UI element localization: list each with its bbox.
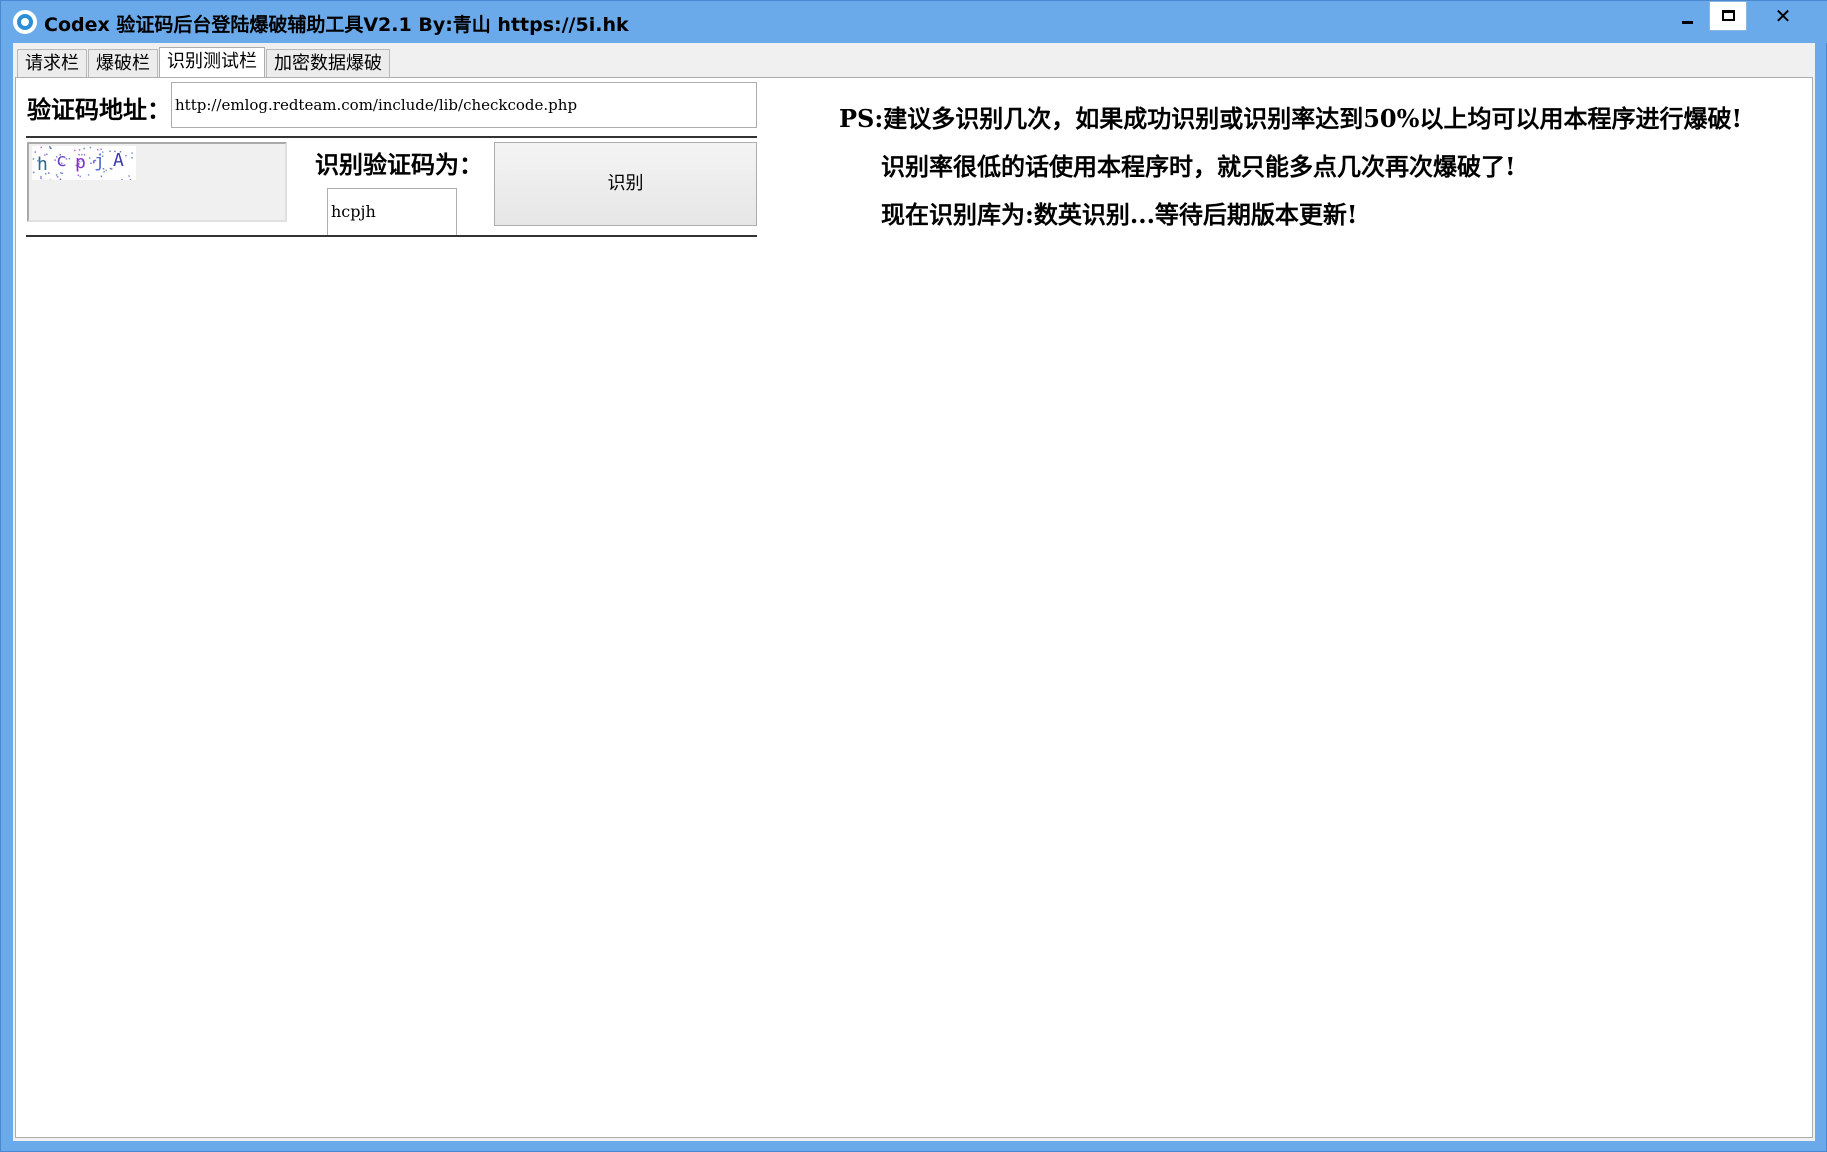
captcha-image-frame: hcpjA xyxy=(27,142,287,222)
tab-strip: 请求栏 爆破栏 识别测试栏 加密数据爆破 xyxy=(17,47,391,79)
divider-bottom xyxy=(26,235,757,237)
note-line-1: PS:建议多识别几次，如果成功识别或识别率达到50%以上均可以用本程序进行爆破! xyxy=(839,104,1742,133)
app-logo-icon xyxy=(13,10,37,34)
title-bar[interactable]: Codex 验证码后台登陆爆破辅助工具V2.1 By:青山 https://5i… xyxy=(1,1,1827,43)
maximize-button[interactable] xyxy=(1709,1,1747,31)
tab-request[interactable]: 请求栏 xyxy=(17,49,87,77)
captcha-glyph: A xyxy=(113,150,124,171)
recognize-button[interactable]: 识别 xyxy=(494,142,757,226)
recognized-code-label: 识别验证码为： xyxy=(315,151,483,179)
captcha-glyph: h xyxy=(37,154,48,175)
minimize-icon xyxy=(1682,21,1693,24)
captcha-glyph: p xyxy=(75,152,86,173)
tab-recognition-test[interactable]: 识别测试栏 xyxy=(159,47,265,79)
note-line-3: 现在识别库为:数英识别...等待后期版本更新! xyxy=(881,200,1358,229)
captcha-image-render: hcpjA xyxy=(32,146,133,180)
divider-top xyxy=(26,136,757,138)
captcha-url-input[interactable]: http://emlog.redteam.com/include/lib/che… xyxy=(171,82,757,128)
note-line-2: 识别率很低的话使用本程序时，就只能多点几次再次爆破了! xyxy=(881,152,1516,181)
client-area: 请求栏 爆破栏 识别测试栏 加密数据爆破 验证码地址： http://emlog… xyxy=(13,43,1815,1141)
captcha-image: hcpjA xyxy=(32,146,136,180)
window-title: Codex 验证码后台登陆爆破辅助工具V2.1 By:青山 https://5i… xyxy=(44,14,629,36)
app-window: Codex 验证码后台登陆爆破辅助工具V2.1 By:青山 https://5i… xyxy=(0,0,1827,1152)
captcha-url-label: 验证码地址： xyxy=(27,96,171,124)
minimize-button[interactable] xyxy=(1669,1,1705,31)
tab-bruteforce[interactable]: 爆破栏 xyxy=(88,49,158,77)
recognized-code-input[interactable]: hcpjh xyxy=(327,188,457,236)
close-icon: ✕ xyxy=(1774,4,1792,28)
captcha-glyph: c xyxy=(56,150,67,171)
maximize-icon xyxy=(1722,10,1735,21)
captcha-glyph: j xyxy=(94,151,105,172)
tab-encrypted-bruteforce[interactable]: 加密数据爆破 xyxy=(266,49,390,77)
close-button[interactable]: ✕ xyxy=(1751,1,1815,31)
recognition-test-panel: 验证码地址： http://emlog.redteam.com/include/… xyxy=(15,77,1813,1138)
